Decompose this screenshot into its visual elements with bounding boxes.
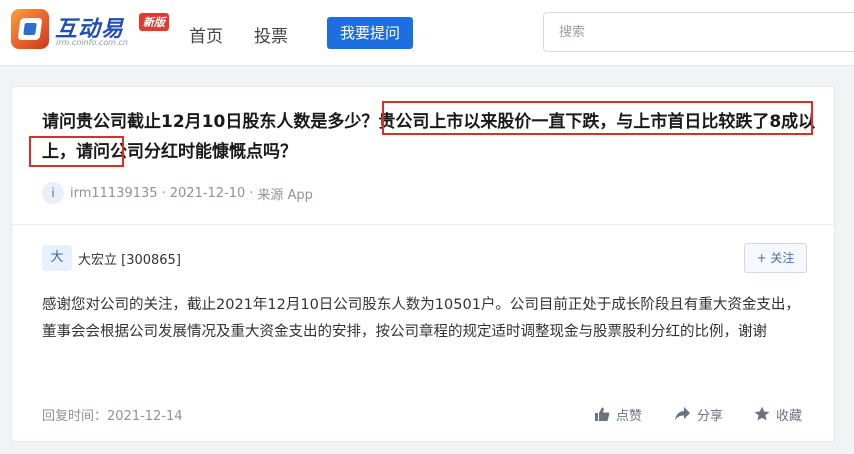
separator-dot: · <box>161 185 166 201</box>
ask-question-button[interactable]: 我要提问 <box>327 17 413 49</box>
star-icon <box>754 406 770 421</box>
question-meta: i irm11139135 · 2021-12-10 · 来源 App <box>42 181 313 205</box>
divider <box>12 224 834 225</box>
answer-header: 大 大宏立 [300865] <box>42 244 181 272</box>
nav-home[interactable]: 首页 <box>189 22 223 47</box>
thumbs-up-icon <box>595 407 610 421</box>
favorite-button[interactable]: 收藏 <box>754 403 802 425</box>
highlight-box <box>382 101 813 135</box>
reply-time: 回复时间：2021-12-14 <box>42 409 183 424</box>
top-header: 互动易 irm.cninfo.com.cn 新版 首页 投票 我要提问 <box>0 0 854 66</box>
search-input[interactable] <box>544 13 854 51</box>
nav-vote[interactable]: 投票 <box>254 22 288 47</box>
share-button[interactable]: 分享 <box>674 403 723 425</box>
answer-text: 感谢您对公司的关注，截止2021年12月10日公司股东人数为10501户。公司目… <box>42 297 800 340</box>
like-button[interactable]: 点赞 <box>594 403 642 425</box>
favorite-label: 收藏 <box>776 408 803 424</box>
search-box <box>543 12 854 52</box>
share-label: 分享 <box>697 408 724 424</box>
logo-subtitle: irm.cninfo.com.cn <box>56 38 128 47</box>
avatar: i <box>42 182 64 204</box>
qa-card: 请问贵公司截止12月10日股东人数是多少？贵公司上市以来股价一直下跌，与上市首日… <box>11 86 835 442</box>
logo-icon <box>11 9 49 49</box>
asker-name[interactable]: irm11139135 <box>70 186 158 201</box>
company-avatar: 大 <box>42 245 72 271</box>
separator-dot: · <box>249 185 254 201</box>
share-icon <box>675 407 690 421</box>
new-version-badge: 新版 <box>139 13 169 31</box>
site-logo[interactable]: 互动易 irm.cninfo.com.cn 新版 <box>11 9 171 53</box>
question-source: 来源 App <box>257 187 313 203</box>
company-name[interactable]: 大宏立 [300865] <box>78 249 181 268</box>
highlight-box <box>29 136 124 167</box>
like-label: 点赞 <box>616 408 643 424</box>
question-date: 2021-12-10 <box>169 185 246 201</box>
follow-button[interactable]: + 关注 <box>744 243 807 273</box>
